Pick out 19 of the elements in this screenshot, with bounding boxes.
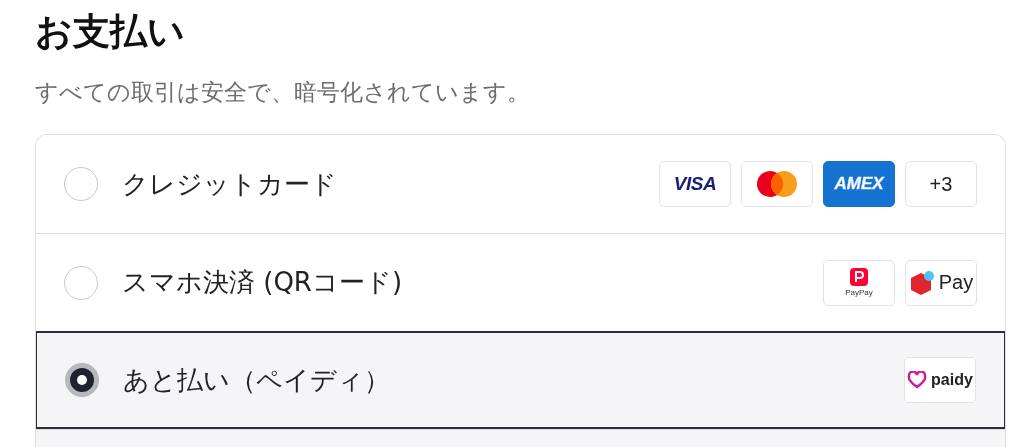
radio-button[interactable] bbox=[64, 265, 98, 300]
app-icon bbox=[850, 268, 868, 286]
heart-icon bbox=[907, 371, 928, 389]
radio-button[interactable] bbox=[65, 363, 99, 397]
cube-icon bbox=[908, 269, 935, 296]
more-badge: +3 bbox=[905, 161, 977, 207]
payment-option[interactable]: あと払い（ペイディ） paidy bbox=[36, 331, 1005, 429]
payment-logo: paidy bbox=[904, 357, 976, 403]
option-label: あと払い（ペイディ） bbox=[123, 363, 390, 397]
overlapping-circles-icon bbox=[755, 170, 799, 198]
payment-logo: Pay bbox=[905, 259, 977, 306]
radio-button[interactable] bbox=[64, 167, 98, 201]
option-label: スマホ決済 (QRコード) bbox=[122, 266, 403, 299]
page-title: お支払い bbox=[35, 9, 186, 55]
payment-logo: AMEX bbox=[823, 161, 895, 207]
page-subtitle: すべての取引は安全で、暗号化されています。 bbox=[35, 78, 531, 107]
payment-logo: PayPay bbox=[823, 259, 895, 306]
option-label: クレジットカード bbox=[122, 167, 337, 201]
payment-logo: VISA bbox=[659, 161, 731, 207]
